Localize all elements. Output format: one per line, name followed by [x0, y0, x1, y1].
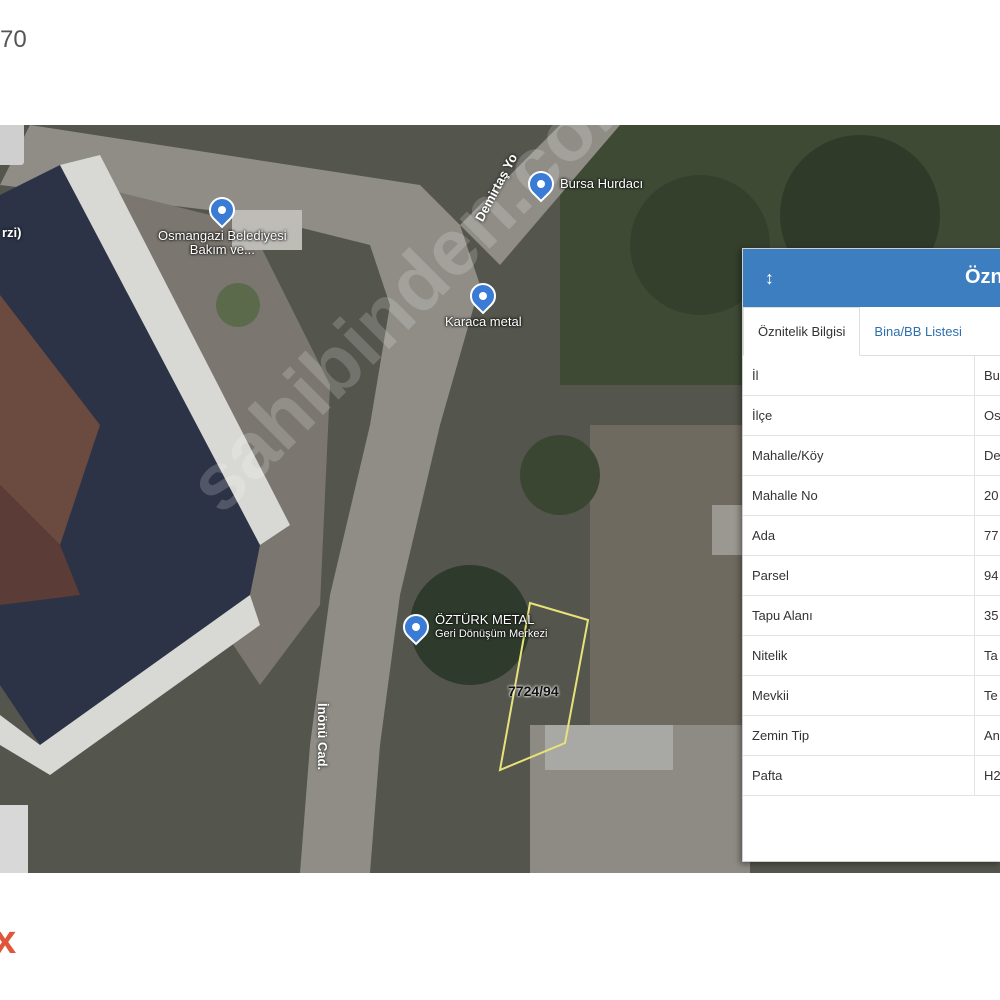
panel-title: Özni	[965, 266, 1000, 288]
table-row: Zemin Tip An	[743, 715, 1000, 756]
tab-bina-bb-listesi[interactable]: Bina/BB Listesi	[860, 307, 975, 355]
poi-label: ÖZTÜRK METAL Geri Dönüşüm Merkezi	[435, 613, 547, 641]
tab-oznitelik-bilgisi[interactable]: Öznitelik Bilgisi	[743, 307, 861, 356]
attribute-key: İlçe	[743, 395, 975, 436]
attribute-key: Nitelik	[743, 635, 975, 676]
attribute-key: İl	[743, 356, 975, 396]
poi-label-line2: Geri Dönüşüm Merkezi	[435, 628, 548, 640]
location-marker-icon	[522, 165, 560, 203]
attribute-value: 35	[974, 595, 1000, 636]
table-row: İlçe Os	[743, 395, 1000, 436]
attribute-value: 77	[974, 515, 1000, 556]
attribute-value: Ta	[974, 635, 1000, 676]
street-label-inonu: İnönü Cad.	[315, 703, 330, 770]
attribute-panel: ↕ Özni Öznitelik Bilgisi Bina/BB Listesi…	[742, 248, 1000, 862]
table-row: İl Bu	[743, 356, 1000, 396]
poi-karaca-metal[interactable]: Karaca metal	[445, 277, 522, 329]
attribute-key: Pafta	[743, 755, 975, 796]
attribute-key: Mahalle No	[743, 475, 975, 516]
poi-label-line1: ÖZTÜRK METAL	[435, 612, 535, 627]
poi-ozturk-metal[interactable]: ÖZTÜRK METAL Geri Dönüşüm Merkezi	[397, 608, 547, 646]
location-marker-icon	[397, 608, 435, 646]
satellite-map[interactable]: sahibinden.com rzi) Demirtaş Yo İnönü Ca…	[0, 125, 1000, 873]
attribute-value: H2	[974, 755, 1000, 796]
panel-header[interactable]: ↕ Özni	[743, 249, 1000, 307]
attribute-value: Te	[974, 675, 1000, 716]
attribute-key: Ada	[743, 515, 975, 556]
bottom-mark: x	[0, 918, 17, 962]
location-marker-icon	[203, 191, 241, 229]
table-row: Parsel 94	[743, 555, 1000, 596]
table-row: Mahalle No 20	[743, 475, 1000, 516]
poi-label-line2: Bakım ve...	[189, 242, 255, 257]
attribute-value: De	[974, 435, 1000, 476]
attribute-key: Parsel	[743, 555, 975, 596]
attribute-value: 94	[974, 555, 1000, 596]
attribute-value: Os	[974, 395, 1000, 436]
attribute-value: 20	[974, 475, 1000, 516]
table-row: Pafta H2	[743, 755, 1000, 796]
poi-label: Karaca metal	[445, 314, 522, 329]
poi-bursa-hurdaci[interactable]: Bursa Hurdacı	[522, 165, 644, 203]
parcel-label[interactable]: 7724/94	[508, 683, 559, 699]
poi-label: Osmangazi Belediyesi Bakım ve...	[158, 229, 287, 257]
poi-label-line1: Osmangazi Belediyesi	[158, 228, 287, 243]
attribute-value: Bu	[974, 356, 1000, 396]
poi-label: Bursa Hurdacı	[560, 176, 644, 191]
attribute-key: Mahalle/Köy	[743, 435, 975, 476]
poi-osmangazi[interactable]: Osmangazi Belediyesi Bakım ve...	[158, 191, 287, 257]
map-label-fragment: rzi)	[2, 225, 22, 240]
panel-tabs: Öznitelik Bilgisi Bina/BB Listesi	[743, 307, 1000, 356]
page-number-fragment: 70	[0, 26, 27, 53]
table-row: Nitelik Ta	[743, 635, 1000, 676]
location-marker-icon	[464, 277, 502, 315]
attribute-table: İl Bu İlçe Os Mahalle/Köy De Mahalle No 20 Ada 77…	[743, 356, 1000, 796]
drag-handle-icon[interactable]: ↕	[765, 268, 774, 289]
map-control-top-left[interactable]	[0, 125, 24, 165]
table-row: Tapu Alanı 35	[743, 595, 1000, 636]
attribute-key: Zemin Tip	[743, 715, 975, 756]
map-control-bottom-left[interactable]	[0, 805, 28, 873]
street-label-inonu-text: İnönü Cad.	[315, 703, 330, 771]
table-row: Mevkii Te	[743, 675, 1000, 716]
attribute-key: Tapu Alanı	[743, 595, 975, 636]
attribute-value: An	[974, 715, 1000, 756]
table-row: Mahalle/Köy De	[743, 435, 1000, 476]
attribute-key: Mevkii	[743, 675, 975, 716]
table-row: Ada 77	[743, 515, 1000, 556]
